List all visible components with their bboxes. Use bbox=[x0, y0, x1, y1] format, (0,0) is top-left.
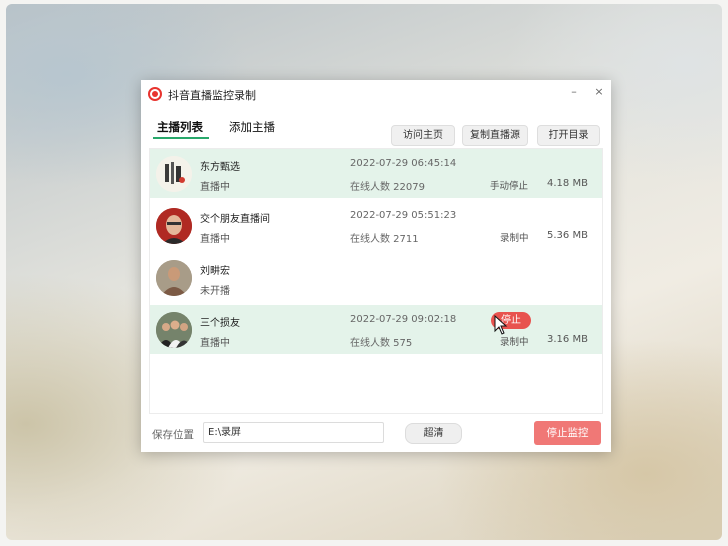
record-state: 录制中 bbox=[500, 233, 529, 244]
file-size: 4.18 MB bbox=[547, 178, 588, 189]
streamer-name: 刘畊宏 bbox=[200, 266, 230, 277]
avatar bbox=[156, 312, 192, 348]
list-item[interactable]: 交个朋友直播间 直播中 2022-07-29 05:51:23 在线人数 271… bbox=[150, 201, 602, 250]
record-state: 手动停止 bbox=[490, 181, 529, 192]
viewer-count: 在线人数 22079 bbox=[350, 182, 425, 193]
close-button[interactable]: × bbox=[589, 83, 609, 101]
stop-monitoring-button[interactable]: 停止监控 bbox=[534, 421, 601, 445]
streamer-name: 东方甄选 bbox=[200, 162, 240, 173]
open-folder-button[interactable]: 打开目录 bbox=[537, 125, 600, 146]
avatar bbox=[156, 208, 192, 244]
copy-stream-source-button[interactable]: 复制直播源 bbox=[462, 125, 528, 146]
live-status: 直播中 bbox=[200, 182, 230, 193]
viewer-count: 在线人数 575 bbox=[350, 338, 413, 349]
quality-button[interactable]: 超清 bbox=[405, 423, 462, 444]
streamer-name: 三个损友 bbox=[200, 318, 240, 329]
tab-streamer-list[interactable]: 主播列表 bbox=[157, 119, 203, 135]
start-time: 2022-07-29 05:51:23 bbox=[350, 210, 457, 221]
live-status: 直播中 bbox=[200, 234, 230, 245]
file-size: 5.36 MB bbox=[547, 230, 588, 241]
title-bar: 抖音直播监控录制 – × bbox=[141, 80, 611, 108]
live-status: 直播中 bbox=[200, 338, 230, 349]
save-path-input[interactable]: E:\录屏 bbox=[203, 422, 384, 443]
file-size: 3.16 MB bbox=[547, 334, 588, 345]
avatar bbox=[156, 260, 192, 296]
avatar bbox=[156, 156, 192, 192]
start-time: 2022-07-29 06:45:14 bbox=[350, 158, 457, 169]
active-tab-indicator bbox=[153, 137, 209, 139]
minimize-button[interactable]: – bbox=[564, 83, 584, 101]
live-status: 未开播 bbox=[200, 286, 230, 297]
start-time: 2022-07-29 09:02:18 bbox=[350, 314, 457, 325]
app-window: 抖音直播监控录制 – × 主播列表 添加主播 访问主页 复制直播源 打开目录 东… bbox=[141, 80, 611, 452]
visit-homepage-button[interactable]: 访问主页 bbox=[391, 125, 455, 146]
list-item[interactable]: 三个损友 直播中 2022-07-29 09:02:18 在线人数 575 停止… bbox=[150, 305, 602, 354]
list-item[interactable]: 东方甄选 直播中 2022-07-29 06:45:14 在线人数 22079 … bbox=[150, 149, 602, 198]
streamer-list: 东方甄选 直播中 2022-07-29 06:45:14 在线人数 22079 … bbox=[149, 148, 603, 414]
tab-add-streamer[interactable]: 添加主播 bbox=[229, 119, 275, 135]
streamer-name: 交个朋友直播间 bbox=[200, 214, 270, 225]
save-location-label: 保存位置 bbox=[152, 429, 194, 441]
list-item[interactable]: 刘畊宏 未开播 bbox=[150, 253, 602, 302]
viewer-count: 在线人数 2711 bbox=[350, 234, 419, 245]
window-title: 抖音直播监控录制 bbox=[168, 89, 256, 102]
mouse-cursor-icon bbox=[494, 315, 508, 335]
record-icon bbox=[148, 87, 162, 101]
record-state: 录制中 bbox=[500, 337, 529, 348]
